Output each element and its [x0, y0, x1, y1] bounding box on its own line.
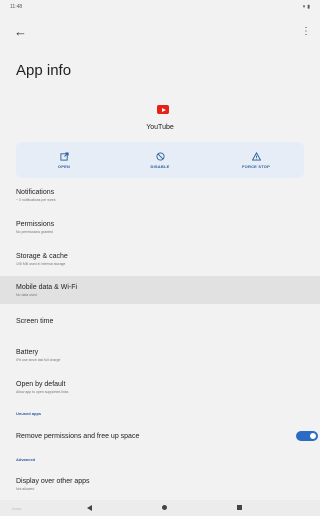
screen-time-row[interactable]: Screen time — [0, 310, 320, 332]
page-title: App info — [16, 62, 72, 79]
section-header-advanced: Advanced — [16, 457, 36, 462]
disable-icon — [155, 151, 165, 161]
nav-back-icon[interactable] — [87, 505, 92, 511]
nav-home-icon[interactable] — [162, 505, 167, 510]
row-title: Permissions — [16, 220, 55, 228]
force-stop-label: FORCE STOP — [242, 163, 270, 169]
permissions-row[interactable]: Permissions No permissions granted — [0, 214, 320, 240]
open-icon — [59, 151, 69, 161]
warning-icon — [251, 151, 261, 161]
row-subtitle: Not allowed — [16, 486, 35, 491]
row-title: Display over other apps — [16, 477, 90, 485]
nav-recents-icon[interactable] — [237, 505, 242, 510]
force-stop-button[interactable]: FORCE STOP — [208, 142, 304, 178]
disable-button[interactable]: DISABLE — [112, 142, 208, 178]
row-title: Notifications — [16, 188, 55, 196]
open-button[interactable]: OPEN — [16, 142, 112, 178]
row-title: Remove permissions and free up space — [16, 432, 140, 440]
navigation-bar: Done — [0, 500, 320, 516]
mobile-data-row[interactable]: Mobile data & Wi-Fi No data used — [0, 276, 320, 304]
status-time: 11:48 — [10, 4, 23, 10]
section-header-unused-apps: Unused apps — [16, 411, 42, 416]
remove-permissions-toggle[interactable] — [296, 431, 318, 441]
battery-icon: ▮ — [307, 4, 310, 10]
row-title: Screen time — [16, 317, 54, 325]
overflow-menu-icon[interactable]: ⋮ — [301, 26, 311, 37]
nav-label: Done — [12, 505, 22, 511]
row-subtitle: Allow app to open supported links — [16, 389, 69, 394]
app-name: YouTube — [146, 124, 174, 131]
row-subtitle: ~ 0 notifications per week — [16, 197, 56, 202]
row-title: Open by default — [16, 380, 66, 388]
toggle-knob — [310, 433, 316, 439]
row-subtitle: 0% use since last full charge — [16, 357, 61, 362]
row-subtitle: No data used — [16, 292, 37, 297]
storage-row[interactable]: Storage & cache 105 MB used in internal … — [0, 246, 320, 272]
disable-label: DISABLE — [150, 163, 170, 169]
status-icons: ▾ ▮ — [303, 4, 310, 10]
battery-row[interactable]: Battery 0% use since last full charge — [0, 342, 320, 368]
row-subtitle: 105 MB used in internal storage — [16, 261, 66, 266]
row-title: Storage & cache — [16, 252, 68, 260]
open-label: OPEN — [57, 163, 71, 169]
open-by-default-row[interactable]: Open by default Allow app to open suppor… — [0, 374, 320, 400]
wifi-icon: ▾ — [302, 4, 306, 10]
back-arrow-icon[interactable]: ← — [14, 25, 27, 38]
action-bar: OPEN DISABLE FORCE STOP — [16, 142, 304, 178]
toolbar: ← ⋮ — [0, 18, 320, 44]
display-over-apps-row[interactable]: Display over other apps Not allowed — [0, 471, 320, 497]
remove-permissions-row[interactable]: Remove permissions and free up space — [0, 425, 320, 447]
status-bar: 11:48 ▾ ▮ — [0, 0, 320, 14]
row-title: Battery — [16, 348, 39, 356]
row-title: Mobile data & Wi-Fi — [16, 283, 78, 291]
notifications-row[interactable]: Notifications ~ 0 notifications per week — [0, 182, 320, 208]
youtube-icon — [157, 105, 169, 114]
row-subtitle: No permissions granted — [16, 229, 53, 234]
